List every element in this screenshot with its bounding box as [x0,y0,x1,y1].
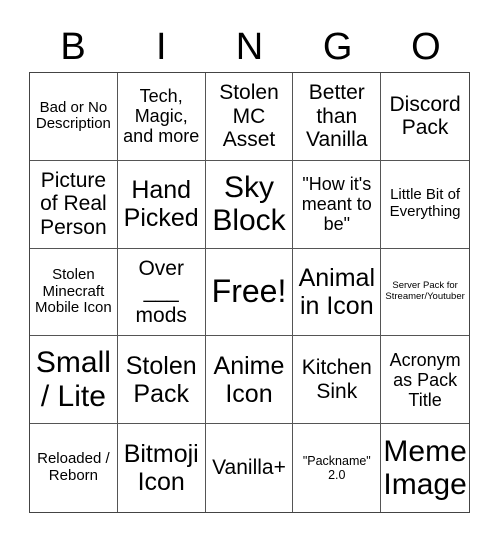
bingo-cell[interactable]: Reloaded / Reborn [30,424,118,512]
bingo-cell[interactable]: Over ___ mods [117,248,206,337]
header-letter-o: O [411,26,441,68]
bingo-cell[interactable]: Picture of Real Person [30,160,118,249]
bingo-cell[interactable]: Hand Picked [117,160,206,249]
bingo-cell[interactable]: Tech, Magic, and more [117,73,206,161]
bingo-cell[interactable]: Animal in Icon [293,248,382,337]
bingo-cell[interactable]: Acronym as Pack Title [381,336,469,425]
bingo-cell[interactable]: "How it's meant to be" [293,160,382,249]
bingo-cell[interactable]: Meme Image [381,424,469,512]
header-letter-n: N [235,26,264,68]
bingo-cell[interactable]: Vanilla+ [206,424,294,512]
bingo-cell[interactable]: Stolen Pack [117,336,206,425]
bingo-cell[interactable]: Sky Block [205,160,294,249]
bingo-header: B I N G O [29,24,470,70]
bingo-cell[interactable]: Better than Vanilla [293,73,382,161]
bingo-cell[interactable]: "Packname" 2.0 [293,424,382,512]
header-letter-g: G [322,26,353,68]
header-letter-b: B [60,26,86,68]
bingo-cell[interactable]: Kitchen Sink [293,336,382,425]
bingo-cell[interactable]: Anime Icon [205,336,294,425]
bingo-cell[interactable]: Discord Pack [381,73,469,161]
header-letter-i: I [156,26,167,68]
bingo-board: Bad or No Description Tech, Magic, and m… [29,72,470,513]
bingo-cell[interactable]: Bad or No Description [30,73,118,161]
bingo-cell[interactable]: Stolen MC Asset [205,73,294,161]
bingo-cell[interactable]: Server Pack for Streamer/Youtuber [381,249,469,337]
bingo-cell[interactable]: Small / Lite [30,336,118,425]
bingo-cell-free[interactable]: Free! [205,248,294,337]
bingo-cell[interactable]: Stolen Minecraft Mobile Icon [30,248,118,337]
bingo-cell[interactable]: Little Bit of Everything [381,161,469,249]
bingo-cell[interactable]: Bitmoji Icon [118,424,206,512]
